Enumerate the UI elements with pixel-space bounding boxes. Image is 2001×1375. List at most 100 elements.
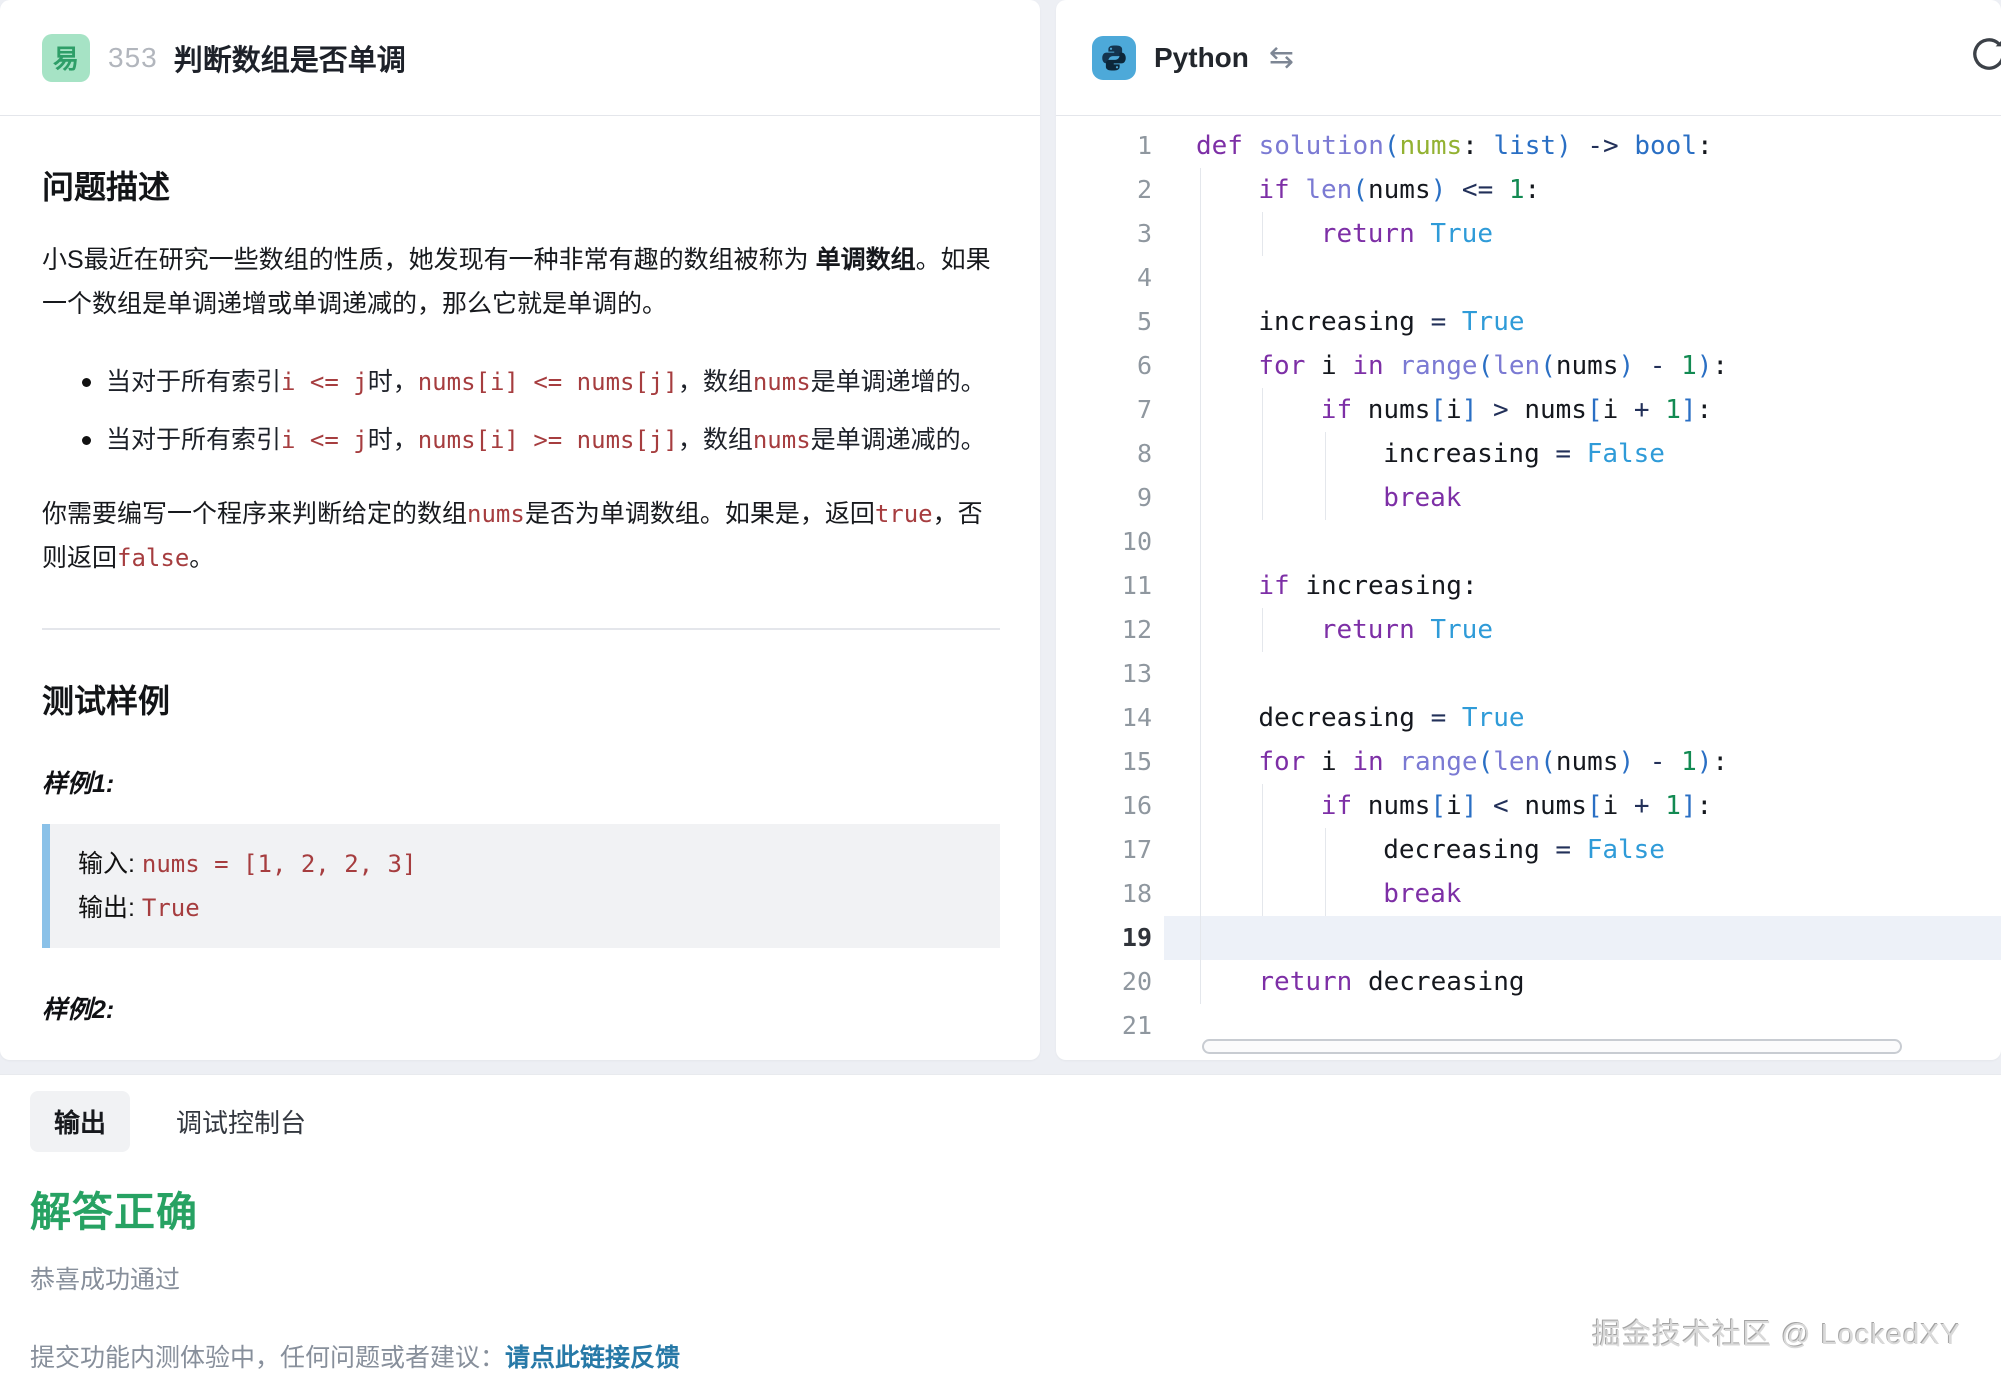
inline-code: nums[i] <= nums[j] [418, 368, 678, 396]
code-text: break [1056, 872, 2001, 916]
tab-output[interactable]: 输出 [30, 1091, 130, 1152]
code-line[interactable]: 8increasing = False [1056, 432, 2001, 476]
inline-code: i <= j [281, 426, 368, 454]
bullet-increasing: 当对于所有索引i <= j时，nums[i] <= nums[j]，数组nums… [42, 360, 997, 404]
code-editor[interactable]: 1def solution(nums: list) -> bool:2if le… [1056, 116, 2001, 1060]
code-line[interactable]: 12return True [1056, 608, 2001, 652]
input-label: 输入: [78, 850, 135, 878]
code-line[interactable]: 17decreasing = False [1056, 828, 2001, 872]
indent-guide [1200, 608, 1201, 652]
code-text: decreasing = False [1056, 828, 2001, 872]
indent-guide [1262, 828, 1263, 872]
code-line[interactable]: 15for i in range(len(nums) - 1): [1056, 740, 2001, 784]
horizontal-scrollbar[interactable] [1202, 1039, 1902, 1054]
sample1-block: 输入: nums = [1, 2, 2, 3] 输出: True [42, 824, 1000, 948]
swap-language-icon[interactable]: ⇆ [1269, 43, 1294, 73]
indent-guide [1200, 960, 1201, 1004]
code-line[interactable]: 18break [1056, 872, 2001, 916]
description-paragraph-2: 你需要编写一个程序来判断给定的数组nums是否为单调数组。如果是，返回true，… [42, 492, 997, 580]
inline-code: false [117, 544, 189, 572]
sample1-output-line: 输出: True [78, 886, 972, 930]
indent-guide [1325, 872, 1326, 916]
indent-guide [1200, 432, 1201, 476]
indent-guide [1200, 212, 1201, 256]
section-divider [42, 628, 1000, 630]
code-line[interactable]: 9break [1056, 476, 2001, 520]
text-run: 时， [368, 426, 418, 454]
code-text: for i in range(len(nums) - 1): [1056, 344, 2001, 388]
indent-guide [1262, 212, 1263, 256]
inline-code: nums [467, 500, 525, 528]
code-line[interactable]: 2if len(nums) <= 1: [1056, 168, 2001, 212]
code-line[interactable]: 4 [1056, 256, 2001, 300]
line-number: 21 [1056, 1004, 1152, 1048]
code-line[interactable]: 10 [1056, 520, 2001, 564]
indent-guide [1325, 432, 1326, 476]
line-number: 18 [1056, 872, 1152, 916]
line-number: 20 [1056, 960, 1152, 1004]
inline-code: nums [753, 426, 811, 454]
code-line[interactable]: 3return True [1056, 212, 2001, 256]
indent-guide [1200, 388, 1201, 432]
indent-guide [1325, 828, 1326, 872]
code-line[interactable]: 19 [1056, 916, 2001, 960]
sample1-label: 样例1: [42, 764, 998, 800]
indent-guide [1200, 256, 1201, 300]
refresh-icon[interactable] [1969, 34, 2001, 79]
code-line[interactable]: 5increasing = True [1056, 300, 2001, 344]
feedback-link[interactable]: 请点此链接反馈 [505, 1344, 680, 1372]
output-panel: 输出 调试控制台 解答正确 恭喜成功通过 提交功能内测体验中，任何问题或者建议：… [0, 1074, 2001, 1375]
line-number: 10 [1056, 520, 1152, 564]
output-tabs: 输出 调试控制台 [30, 1091, 2001, 1152]
code-text: return True [1056, 212, 2001, 256]
verdict-text: 解答正确 [30, 1178, 2001, 1238]
code-text: increasing = False [1056, 432, 2001, 476]
problem-id: 353 [108, 42, 158, 74]
python-icon [1092, 36, 1136, 80]
code-line[interactable]: 1def solution(nums: list) -> bool: [1056, 124, 2001, 168]
line-number: 9 [1056, 476, 1152, 520]
line-number: 13 [1056, 652, 1152, 696]
text-run: ，数组 [678, 426, 753, 454]
code-line[interactable]: 11if increasing: [1056, 564, 2001, 608]
line-number: 7 [1056, 388, 1152, 432]
tab-debug-console[interactable]: 调试控制台 [152, 1091, 330, 1152]
code-text: decreasing = True [1056, 696, 2001, 740]
description-bullet-list: 当对于所有索引i <= j时，nums[i] <= nums[j]，数组nums… [42, 360, 998, 462]
output-label: 输出: [78, 894, 135, 922]
indent-guide [1200, 476, 1201, 520]
line-number: 11 [1056, 564, 1152, 608]
line-number: 3 [1056, 212, 1152, 256]
indent-guide [1262, 872, 1263, 916]
inline-code: nums[i] >= nums[j] [418, 426, 678, 454]
sample1-input-line: 输入: nums = [1, 2, 2, 3] [78, 842, 972, 886]
line-number: 17 [1056, 828, 1152, 872]
code-line[interactable]: 13 [1056, 652, 2001, 696]
problem-title: 判断数组是否单调 [174, 37, 406, 79]
text-run: 单调数组 [816, 246, 916, 274]
problem-panel: 易 353 判断数组是否单调 问题描述 小S最近在研究一些数组的性质，她发现有一… [0, 0, 1040, 1060]
line-number: 14 [1056, 696, 1152, 740]
indent-guide [1325, 476, 1326, 520]
code-line[interactable]: 16if nums[i] < nums[i + 1]: [1056, 784, 2001, 828]
code-text: if nums[i] > nums[i + 1]: [1056, 388, 2001, 432]
code-text: if increasing: [1056, 564, 2001, 608]
language-label[interactable]: Python [1154, 42, 1249, 74]
code-text: return True [1056, 608, 2001, 652]
code-line[interactable]: 7if nums[i] > nums[i + 1]: [1056, 388, 2001, 432]
indent-guide [1200, 696, 1201, 740]
difficulty-badge: 易 [42, 34, 90, 82]
inline-code: true [875, 500, 933, 528]
code-line[interactable]: 14decreasing = True [1056, 696, 2001, 740]
bullet-decreasing: 当对于所有索引i <= j时，nums[i] >= nums[j]，数组nums… [42, 418, 997, 462]
editor-header: Python ⇆ [1056, 0, 2001, 116]
indent-guide [1200, 740, 1201, 784]
feedback-text: 提交功能内测体验中，任何问题或者建议： [30, 1344, 505, 1372]
line-number: 8 [1056, 432, 1152, 476]
indent-guide [1200, 300, 1201, 344]
line-number: 16 [1056, 784, 1152, 828]
code-line[interactable]: 20return decreasing [1056, 960, 2001, 1004]
code-line[interactable]: 6for i in range(len(nums) - 1): [1056, 344, 2001, 388]
text-run: 是否为单调数组。如果是，返回 [525, 500, 875, 528]
text-run: 时， [368, 368, 418, 396]
